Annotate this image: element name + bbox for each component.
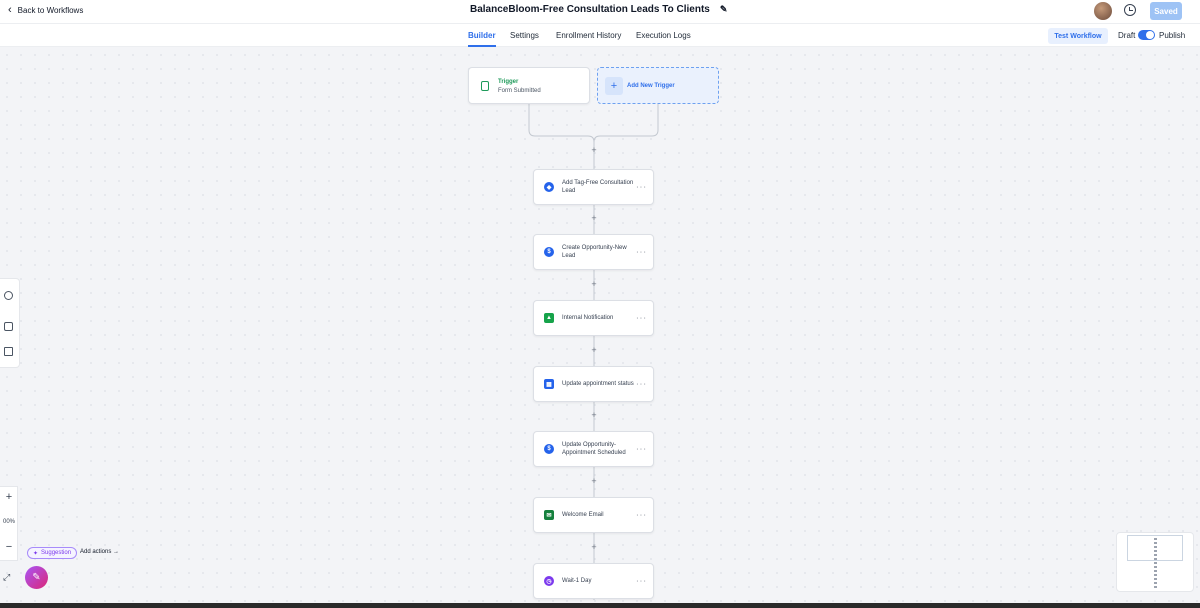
step-label: Welcome Email: [562, 512, 604, 518]
fit-view-icon[interactable]: ⤢: [3, 572, 10, 583]
zoom-controls: + 00% −: [0, 486, 18, 561]
wand-icon: ✦: [33, 550, 39, 557]
minimap[interactable]: [1116, 532, 1194, 592]
step-label: Add Tag-Free Consultation Lead: [562, 180, 634, 194]
trigger-title: Trigger: [498, 79, 519, 85]
trigger-subtitle: Form Submitted: [498, 88, 541, 94]
add-new-trigger-button[interactable]: + Add New Trigger: [597, 67, 719, 104]
tag-icon: ◆: [544, 182, 554, 192]
step-label: Create Opportunity-New Lead: [562, 245, 627, 259]
comment-icon[interactable]: [4, 322, 13, 331]
step-node-internal-notification[interactable]: ▲ Internal Notification ···: [533, 300, 654, 336]
step-label: Wait-1 Day: [562, 578, 592, 584]
add-step-plus[interactable]: +: [591, 213, 596, 223]
bell-icon: ▲: [544, 313, 554, 323]
more-options-icon[interactable]: ···: [636, 511, 647, 520]
note-icon[interactable]: [4, 347, 13, 356]
dollar-icon: $: [544, 444, 554, 454]
clipboard-icon: [481, 80, 489, 91]
more-options-icon[interactable]: ···: [636, 380, 647, 389]
email-icon: ✉: [544, 510, 554, 520]
more-options-icon[interactable]: ···: [636, 445, 647, 454]
trigger-node[interactable]: Trigger Form Submitted: [468, 67, 590, 104]
add-step-plus[interactable]: +: [591, 345, 596, 355]
add-new-trigger-label: Add New Trigger: [627, 83, 675, 89]
more-options-icon[interactable]: ···: [636, 248, 647, 257]
calendar-icon: ▦: [544, 379, 554, 389]
plus-icon: +: [605, 77, 623, 95]
add-step-plus[interactable]: +: [591, 542, 596, 552]
left-tool-strip: [0, 278, 20, 368]
zoom-out-button[interactable]: −: [0, 541, 18, 553]
clock-icon: ◷: [544, 576, 554, 586]
step-node-add-tag[interactable]: ◆ Add Tag-Free Consultation Lead ···: [533, 169, 654, 205]
zoom-level: 00%: [2, 519, 15, 525]
more-options-icon[interactable]: ···: [636, 577, 647, 586]
add-step-plus[interactable]: +: [591, 145, 596, 155]
step-label: Internal Notification: [562, 315, 614, 321]
step-node-update-appointment[interactable]: ▦ Update appointment status ···: [533, 366, 654, 402]
add-step-plus[interactable]: +: [591, 410, 596, 420]
ai-assistant-button[interactable]: ✎: [25, 566, 48, 589]
add-actions-link[interactable]: Add actions →: [80, 549, 119, 555]
step-node-wait[interactable]: ◷ Wait-1 Day ···: [533, 563, 654, 599]
step-label: Update appointment status: [562, 381, 634, 387]
magic-wand-icon: ✎: [32, 572, 41, 583]
dollar-icon: $: [544, 247, 554, 257]
step-label: Update Opportunity-Appointment Scheduled: [562, 442, 626, 456]
add-step-plus[interactable]: +: [591, 476, 596, 486]
clock-icon[interactable]: [4, 291, 13, 300]
step-node-welcome-email[interactable]: ✉ Welcome Email ···: [533, 497, 654, 533]
suggestion-badge[interactable]: ✦ Suggestion: [27, 547, 78, 559]
arrow-right-icon: →: [113, 549, 120, 555]
more-options-icon[interactable]: ···: [636, 183, 647, 192]
os-taskbar: [0, 603, 1200, 608]
step-node-create-opportunity[interactable]: $ Create Opportunity-New Lead ···: [533, 234, 654, 270]
minimap-flow: [1154, 538, 1157, 590]
add-step-plus[interactable]: +: [591, 279, 596, 289]
more-options-icon[interactable]: ···: [636, 314, 647, 323]
zoom-in-button[interactable]: +: [0, 491, 18, 503]
step-node-update-opportunity[interactable]: $ Update Opportunity-Appointment Schedul…: [533, 431, 654, 467]
